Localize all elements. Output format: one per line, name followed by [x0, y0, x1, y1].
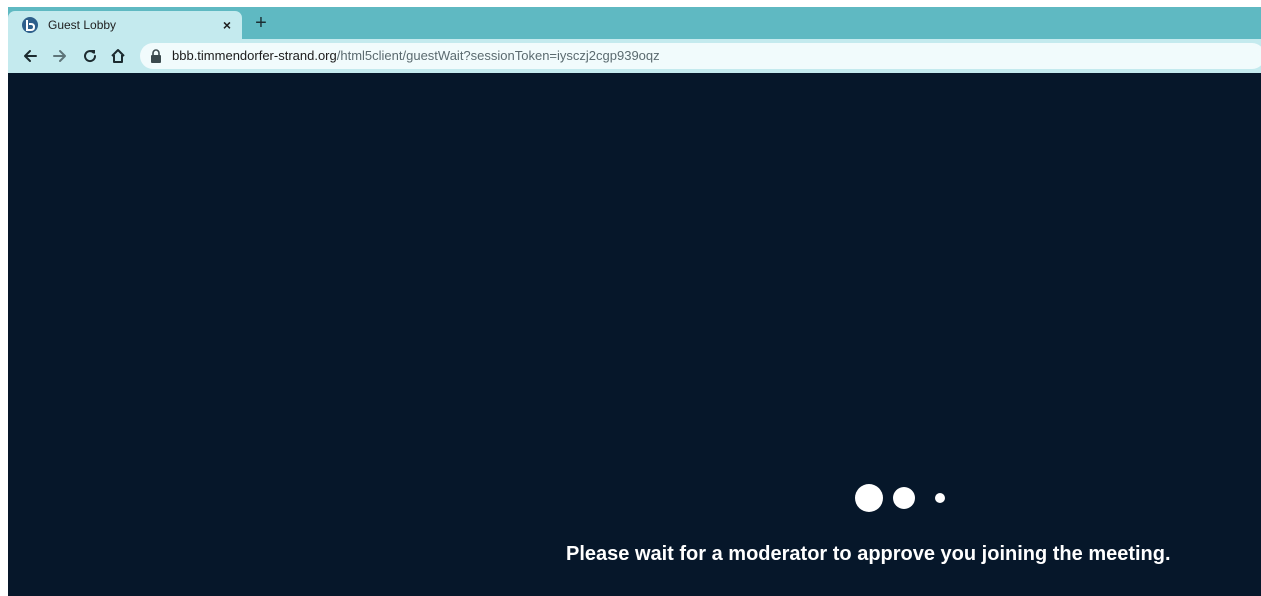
forward-button[interactable]: [50, 46, 70, 66]
arrow-left-icon: [24, 50, 37, 62]
tab-strip: Guest Lobby × +: [8, 7, 1261, 39]
back-button[interactable]: [20, 46, 40, 66]
url-path: /html5client/guestWait?sessionToken=iysc…: [336, 48, 660, 63]
guest-wait-message: Please wait for a moderator to approve y…: [566, 543, 1171, 565]
browser-toolbar: bbb.timmendorfer-strand.org/html5client/…: [8, 39, 1261, 73]
browser-window: Guest Lobby × + bbb.timmendorfer-strand.…: [0, 0, 1261, 596]
bigbluebutton-favicon-icon: [22, 17, 38, 33]
address-bar[interactable]: bbb.timmendorfer-strand.org/html5client/…: [140, 43, 1261, 69]
guest-lobby-page: Please wait for a moderator to approve y…: [8, 73, 1261, 596]
reload-icon: [84, 50, 97, 63]
new-tab-button[interactable]: +: [251, 13, 271, 33]
home-icon: [111, 49, 125, 63]
reload-button[interactable]: [80, 46, 100, 66]
tab-title: Guest Lobby: [48, 18, 117, 32]
loading-indicator: [855, 484, 955, 514]
url-text: bbb.timmendorfer-strand.org/html5client/…: [172, 48, 660, 64]
loader-dot-medium: [893, 487, 915, 509]
arrow-right-icon: [53, 50, 66, 62]
home-button[interactable]: [108, 46, 128, 66]
tab-guest-lobby[interactable]: Guest Lobby ×: [8, 11, 242, 39]
tab-close-icon[interactable]: ×: [218, 16, 236, 34]
url-host: bbb.timmendorfer-strand.org: [172, 48, 337, 63]
lock-icon: [151, 49, 161, 63]
loader-dot-large: [855, 484, 883, 512]
loader-dot-small: [935, 493, 945, 503]
